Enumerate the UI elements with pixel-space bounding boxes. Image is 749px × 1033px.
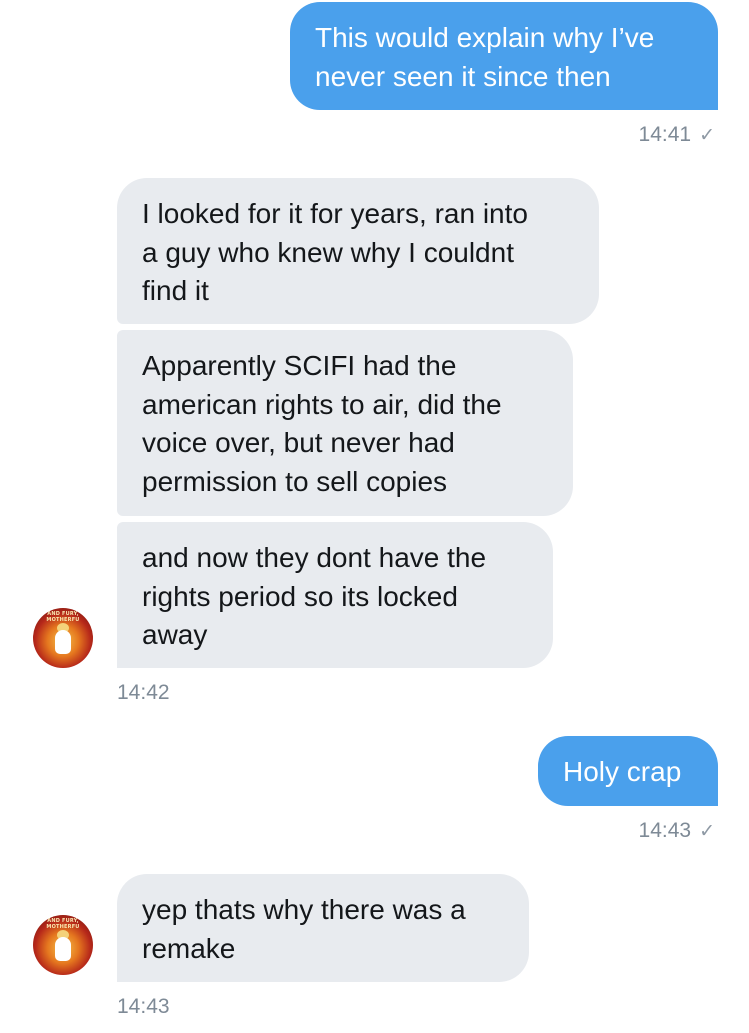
message-text: voice over, but never had [142,427,455,458]
avatar-caption: AND FURY, MOTHERFU [46,918,80,930]
sender-avatar[interactable]: AND FURY, MOTHERFU [33,915,93,975]
timestamp-text: 14:41 [638,123,692,146]
message-timestamp: 14:43 [117,995,170,1019]
message-text: Apparently SCIFI had the [142,350,457,381]
message-timestamp: 14:41 ✓ [639,123,715,147]
message-text: yep thats why there was a [142,894,466,925]
message-text: This would explain why I’ve [315,22,655,53]
message-bubble-outgoing[interactable]: Holy crap [538,736,718,806]
timestamp-text: 14:42 [117,681,170,704]
message-text: I looked for it for years, ran into [142,198,528,229]
message-bubble-incoming[interactable]: I looked for it for years, ran into a gu… [117,178,599,324]
message-text: never seen it since then [315,60,611,92]
message-bubble-incoming[interactable]: and now they dont have the rights period… [117,522,553,668]
read-check-icon: ✓ [699,821,715,842]
avatar-caption: AND FURY, MOTHERFU [46,611,80,623]
message-text: Holy crap [563,756,682,787]
message-text: american rights to air, did the [142,388,502,420]
message-text: rights period so its locked [142,580,458,612]
dm-conversation: This would explain why I’ve never seen i… [0,0,749,1033]
message-bubble-incoming[interactable]: yep thats why there was a remake [117,874,529,982]
message-timestamp: 14:43 ✓ [639,819,715,843]
message-text: remake [142,932,236,964]
message-text: a guy who knew why I couldnt [142,236,514,268]
read-check-icon: ✓ [699,125,715,146]
message-timestamp: 14:42 [117,681,170,705]
message-text: permission to sell copies [142,465,448,497]
message-bubble-incoming[interactable]: Apparently SCIFI had the american rights… [117,330,573,516]
message-text: away [142,619,208,650]
message-text: find it [142,275,209,306]
timestamp-text: 14:43 [638,819,692,842]
timestamp-text: 14:43 [117,995,170,1018]
message-bubble-outgoing[interactable]: This would explain why I’ve never seen i… [290,2,718,110]
message-text: and now they dont have the [142,542,487,573]
sender-avatar[interactable]: AND FURY, MOTHERFU [33,608,93,668]
